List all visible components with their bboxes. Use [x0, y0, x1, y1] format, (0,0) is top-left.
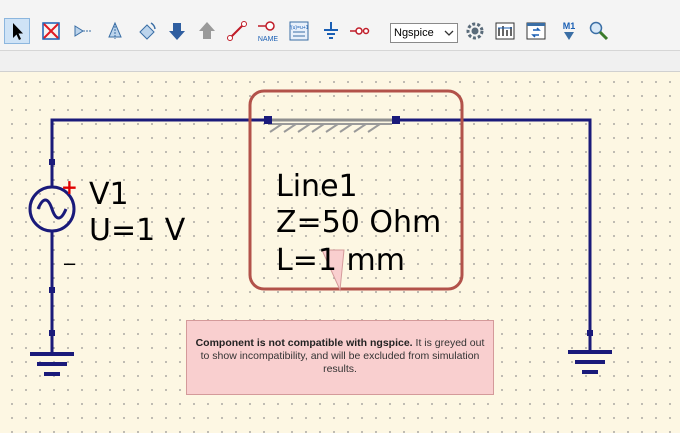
set-marker-button[interactable]: M1 — [556, 18, 582, 44]
insert-port-button[interactable] — [346, 18, 372, 44]
view-data-display-button[interactable] — [523, 18, 549, 44]
line-impedance-label[interactable]: Z=50 Ohm — [276, 208, 441, 238]
chevron-down-icon — [444, 30, 454, 36]
pop-out-button[interactable] — [194, 18, 220, 44]
arrow-up-icon — [199, 22, 215, 39]
line-name-label[interactable]: Line1 — [276, 172, 358, 202]
rotate-button[interactable] — [134, 18, 160, 44]
schematic-canvas[interactable]: + − V1 U=1 V Line1 Z=50 Ohm L=1 mm Compo… — [0, 72, 680, 433]
rotate-icon — [139, 22, 156, 40]
zoom-tool-button[interactable] — [586, 18, 612, 44]
wire-icon — [227, 21, 247, 41]
source-minus-sign: − — [62, 254, 78, 275]
deactivate-button[interactable] — [38, 18, 64, 44]
ground-icon — [324, 22, 338, 39]
mirror-y-icon — [108, 21, 122, 39]
main-toolbar: NAME f(u)=u+1 Ngspice M1 — [0, 0, 680, 51]
deactivate-icon — [42, 22, 60, 40]
equation-text: f(u)=u+1 — [290, 25, 309, 31]
tooltip-title: Component is not compatible with ngspice… — [195, 337, 413, 349]
switch-view-icon — [526, 22, 546, 40]
equation-icon: f(u)=u+1 — [289, 21, 309, 41]
cursor-icon — [13, 23, 23, 40]
source-value-label[interactable]: U=1 V — [89, 216, 185, 246]
ground-right-icon — [568, 350, 612, 374]
marker-label: M1 — [563, 21, 576, 31]
insert-equation-button[interactable]: f(u)=u+1 — [286, 18, 312, 44]
wire-label-button[interactable]: NAME — [254, 18, 282, 44]
insert-ground-button[interactable] — [318, 18, 344, 44]
wire-label-icon: NAME — [258, 21, 279, 43]
mirror-y-button[interactable] — [102, 18, 128, 44]
incompatibility-tooltip: Component is not compatible with ngspice… — [186, 320, 494, 395]
ground-left-icon — [30, 352, 74, 376]
line-length-label[interactable]: L=1 mm — [276, 246, 405, 276]
sine-wave-icon — [36, 198, 68, 220]
arrow-down-icon — [169, 23, 185, 40]
source-plus-sign: + — [61, 175, 78, 199]
simulator-settings-button[interactable] — [462, 18, 488, 44]
simulator-select[interactable]: Ngspice — [390, 23, 458, 43]
source-name-label[interactable]: V1 — [89, 180, 129, 210]
simulate-icon — [495, 22, 515, 40]
wire-label-text: NAME — [258, 36, 279, 43]
mirror-x-button[interactable] — [70, 18, 96, 44]
marker-icon: M1 — [563, 21, 576, 40]
wire-tool-button[interactable] — [224, 18, 250, 44]
simulate-button[interactable] — [492, 18, 518, 44]
magnifier-icon — [589, 21, 609, 41]
port-icon — [350, 27, 370, 35]
wire-top-left — [50, 118, 268, 162]
mirror-x-icon — [74, 25, 91, 37]
gear-icon — [466, 22, 484, 40]
line-hatch-icon — [269, 123, 381, 133]
simulator-select-value: Ngspice — [394, 27, 434, 39]
go-into-subcircuit-button[interactable] — [164, 18, 190, 44]
secondary-toolbar — [0, 51, 680, 72]
select-tool-button[interactable] — [4, 18, 30, 44]
